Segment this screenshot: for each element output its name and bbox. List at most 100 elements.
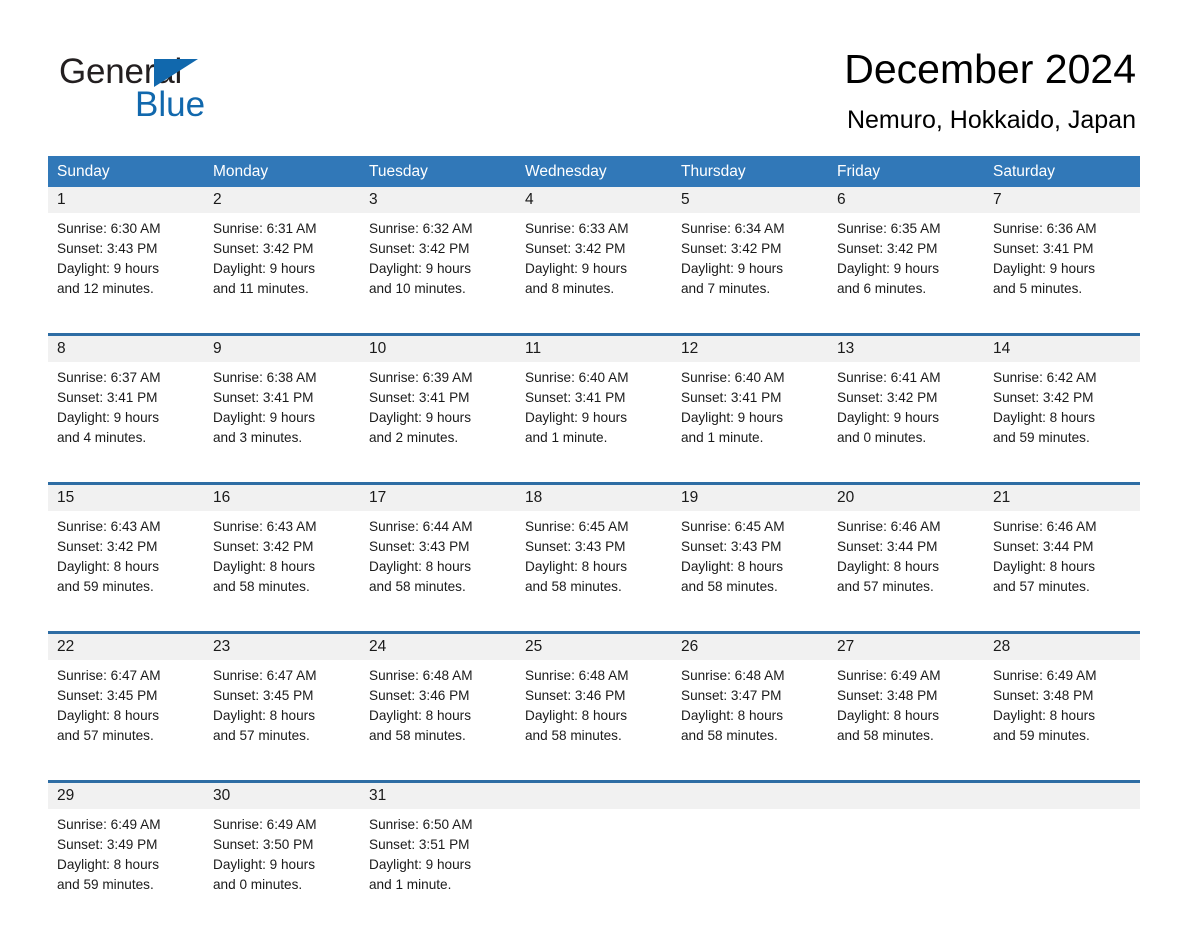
sunset-text: Sunset: 3:41 PM bbox=[213, 390, 314, 405]
day-number: 27 bbox=[828, 631, 984, 660]
sunrise-text: Sunrise: 6:46 AM bbox=[837, 519, 941, 534]
day-number: 29 bbox=[48, 780, 204, 809]
daylight-text-line1: Daylight: 9 hours bbox=[213, 261, 316, 276]
sunset-text: Sunset: 3:42 PM bbox=[525, 241, 626, 256]
day-cell: Sunrise: 6:49 AM Sunset: 3:50 PM Dayligh… bbox=[204, 809, 360, 925]
day-cell: Sunrise: 6:43 AM Sunset: 3:42 PM Dayligh… bbox=[48, 511, 204, 633]
daylight-text-line1: Daylight: 9 hours bbox=[681, 410, 784, 425]
day-cell: Sunrise: 6:45 AM Sunset: 3:43 PM Dayligh… bbox=[516, 511, 672, 633]
sunrise-text: Sunrise: 6:48 AM bbox=[525, 668, 629, 683]
logo-top-row: General bbox=[59, 52, 359, 92]
daylight-text-line2: and 58 minutes. bbox=[525, 579, 622, 594]
day-number-empty bbox=[828, 780, 984, 809]
day-cell: Sunrise: 6:46 AM Sunset: 3:44 PM Dayligh… bbox=[828, 511, 984, 633]
calendar-header: Sunday Monday Tuesday Wednesday Thursday… bbox=[48, 156, 1140, 187]
sunset-text: Sunset: 3:41 PM bbox=[57, 390, 158, 405]
daylight-text-line2: and 58 minutes. bbox=[525, 728, 622, 743]
daylight-text-line2: and 0 minutes. bbox=[837, 430, 927, 445]
daylight-text-line1: Daylight: 9 hours bbox=[57, 410, 160, 425]
day-number: 12 bbox=[672, 333, 828, 362]
sunset-text: Sunset: 3:44 PM bbox=[993, 539, 1094, 554]
day-number: 28 bbox=[984, 631, 1140, 660]
day-cell: Sunrise: 6:43 AM Sunset: 3:42 PM Dayligh… bbox=[204, 511, 360, 633]
sunrise-text: Sunrise: 6:42 AM bbox=[993, 370, 1097, 385]
sunset-text: Sunset: 3:49 PM bbox=[57, 837, 158, 852]
sunrise-text: Sunrise: 6:44 AM bbox=[369, 519, 473, 534]
sunset-text: Sunset: 3:43 PM bbox=[681, 539, 782, 554]
sunrise-text: Sunrise: 6:49 AM bbox=[837, 668, 941, 683]
day-number-empty bbox=[672, 780, 828, 809]
daylight-text-line2: and 5 minutes. bbox=[993, 281, 1083, 296]
daylight-text-line2: and 4 minutes. bbox=[57, 430, 147, 445]
daylight-text-line1: Daylight: 9 hours bbox=[213, 410, 316, 425]
day-cell: Sunrise: 6:45 AM Sunset: 3:43 PM Dayligh… bbox=[672, 511, 828, 633]
day-cell: Sunrise: 6:48 AM Sunset: 3:47 PM Dayligh… bbox=[672, 660, 828, 782]
day-cell: Sunrise: 6:32 AM Sunset: 3:42 PM Dayligh… bbox=[360, 213, 516, 335]
day-cell: Sunrise: 6:40 AM Sunset: 3:41 PM Dayligh… bbox=[516, 362, 672, 484]
sunrise-text: Sunrise: 6:47 AM bbox=[57, 668, 161, 683]
daylight-text-line2: and 57 minutes. bbox=[213, 728, 310, 743]
daylight-text-line2: and 1 minute. bbox=[369, 877, 452, 892]
week-3-detail-row: Sunrise: 6:43 AM Sunset: 3:42 PM Dayligh… bbox=[48, 511, 1140, 633]
sunrise-text: Sunrise: 6:34 AM bbox=[681, 221, 785, 236]
sunset-text: Sunset: 3:41 PM bbox=[369, 390, 470, 405]
day-cell: Sunrise: 6:35 AM Sunset: 3:42 PM Dayligh… bbox=[828, 213, 984, 335]
day-number: 25 bbox=[516, 631, 672, 660]
sunset-text: Sunset: 3:43 PM bbox=[369, 539, 470, 554]
column-header-tuesday: Tuesday bbox=[360, 156, 516, 187]
day-number: 22 bbox=[48, 631, 204, 660]
sunrise-text: Sunrise: 6:45 AM bbox=[525, 519, 629, 534]
daylight-text-line1: Daylight: 9 hours bbox=[369, 261, 472, 276]
day-cell: Sunrise: 6:49 AM Sunset: 3:48 PM Dayligh… bbox=[828, 660, 984, 782]
sunset-text: Sunset: 3:42 PM bbox=[213, 241, 314, 256]
sunrise-text: Sunrise: 6:36 AM bbox=[993, 221, 1097, 236]
day-number: 23 bbox=[204, 631, 360, 660]
logo-triangle-icon bbox=[154, 59, 198, 87]
daylight-text-line1: Daylight: 8 hours bbox=[213, 708, 316, 723]
day-number: 7 bbox=[984, 187, 1140, 213]
daylight-text-line2: and 7 minutes. bbox=[681, 281, 771, 296]
logo-text-blue: Blue bbox=[135, 85, 206, 124]
week-1-detail-row: Sunrise: 6:30 AM Sunset: 3:43 PM Dayligh… bbox=[48, 213, 1140, 335]
day-number: 24 bbox=[360, 631, 516, 660]
column-header-sunday: Sunday bbox=[48, 156, 204, 187]
sunrise-text: Sunrise: 6:41 AM bbox=[837, 370, 941, 385]
daylight-text-line2: and 57 minutes. bbox=[57, 728, 154, 743]
day-number: 31 bbox=[360, 780, 516, 809]
sunset-text: Sunset: 3:41 PM bbox=[993, 241, 1094, 256]
sunrise-text: Sunrise: 6:40 AM bbox=[525, 370, 629, 385]
daylight-text-line1: Daylight: 8 hours bbox=[837, 559, 940, 574]
daylight-text-line1: Daylight: 9 hours bbox=[681, 261, 784, 276]
day-number: 21 bbox=[984, 482, 1140, 511]
sunset-text: Sunset: 3:46 PM bbox=[525, 688, 626, 703]
day-number: 1 bbox=[48, 187, 204, 213]
day-cell: Sunrise: 6:42 AM Sunset: 3:42 PM Dayligh… bbox=[984, 362, 1140, 484]
week-5-daynumber-row: 29 30 31 bbox=[48, 780, 1140, 809]
daylight-text-line2: and 59 minutes. bbox=[993, 430, 1090, 445]
daylight-text-line1: Daylight: 8 hours bbox=[57, 559, 160, 574]
daylight-text-line1: Daylight: 9 hours bbox=[213, 857, 316, 872]
daylight-text-line2: and 57 minutes. bbox=[993, 579, 1090, 594]
daylight-text-line1: Daylight: 8 hours bbox=[681, 708, 784, 723]
day-number: 9 bbox=[204, 333, 360, 362]
general-blue-logo: General Blue bbox=[59, 52, 359, 132]
daylight-text-line2: and 59 minutes. bbox=[57, 877, 154, 892]
sunset-text: Sunset: 3:41 PM bbox=[525, 390, 626, 405]
daylight-text-line1: Daylight: 8 hours bbox=[993, 708, 1096, 723]
sunrise-text: Sunrise: 6:49 AM bbox=[57, 817, 161, 832]
daylight-text-line2: and 58 minutes. bbox=[369, 579, 466, 594]
day-number-empty bbox=[516, 780, 672, 809]
day-cell-empty bbox=[516, 809, 672, 925]
daylight-text-line2: and 57 minutes. bbox=[837, 579, 934, 594]
sunset-text: Sunset: 3:51 PM bbox=[369, 837, 470, 852]
day-cell-empty bbox=[672, 809, 828, 925]
day-cell: Sunrise: 6:47 AM Sunset: 3:45 PM Dayligh… bbox=[48, 660, 204, 782]
day-cell-empty bbox=[984, 809, 1140, 925]
sunrise-text: Sunrise: 6:48 AM bbox=[369, 668, 473, 683]
day-cell: Sunrise: 6:37 AM Sunset: 3:41 PM Dayligh… bbox=[48, 362, 204, 484]
sunrise-text: Sunrise: 6:48 AM bbox=[681, 668, 785, 683]
title-block: December 2024 Nemuro, Hokkaido, Japan bbox=[844, 44, 1136, 136]
week-2-detail-row: Sunrise: 6:37 AM Sunset: 3:41 PM Dayligh… bbox=[48, 362, 1140, 484]
day-cell: Sunrise: 6:49 AM Sunset: 3:49 PM Dayligh… bbox=[48, 809, 204, 925]
daylight-text-line2: and 58 minutes. bbox=[369, 728, 466, 743]
